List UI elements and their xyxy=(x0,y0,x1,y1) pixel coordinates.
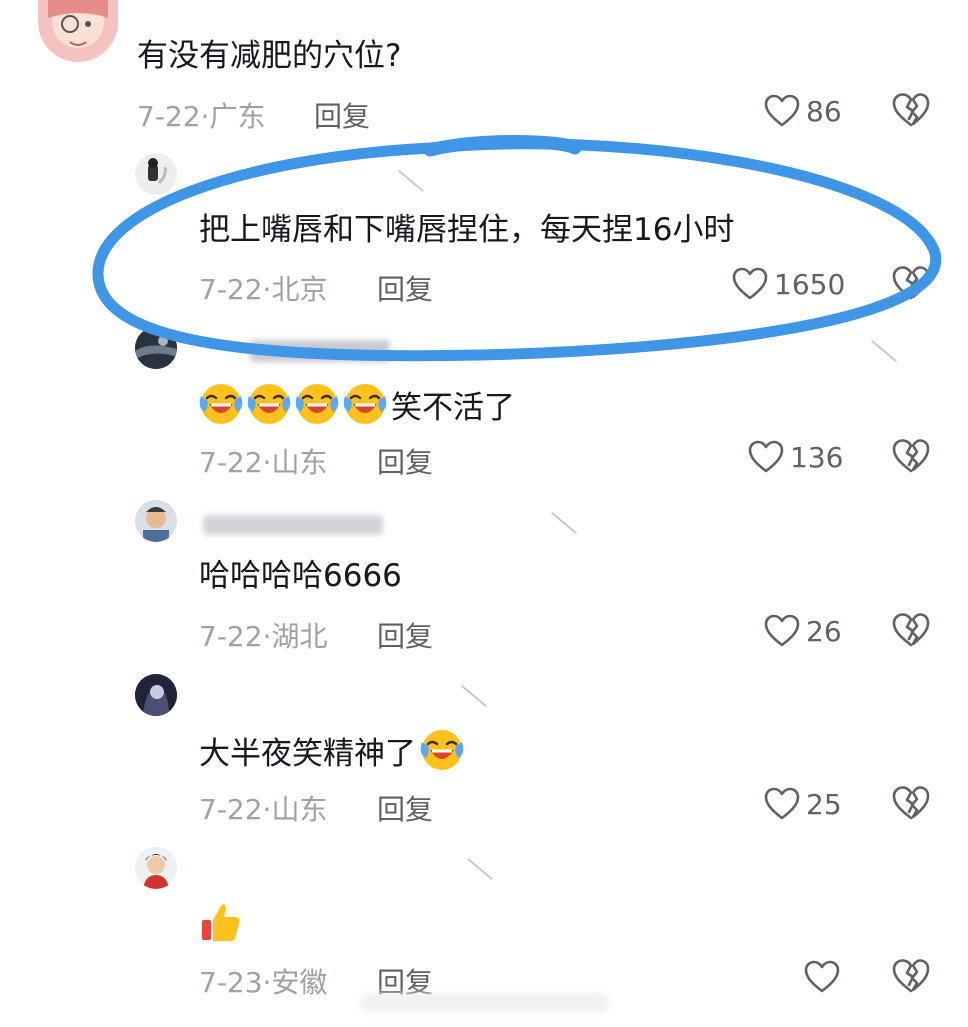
like-button[interactable]: 86 xyxy=(764,94,842,128)
heart-outline-icon xyxy=(764,787,800,821)
blurred-watermark xyxy=(360,994,610,1012)
broken-heart-icon xyxy=(892,265,930,301)
heart-outline-icon xyxy=(804,960,840,994)
dislike-button[interactable] xyxy=(892,785,930,821)
broken-heart-icon xyxy=(892,92,930,128)
comment-text: 笑不活了 xyxy=(199,382,515,428)
tears-of-joy-emoji xyxy=(420,728,464,772)
dislike-button[interactable] xyxy=(892,612,930,648)
divider-mark xyxy=(398,169,424,193)
avatar[interactable] xyxy=(135,327,177,369)
dislike-button[interactable] xyxy=(892,438,930,474)
dislike-button[interactable] xyxy=(892,265,930,301)
comment-text: 把上嘴唇和下嘴唇捏住，每天捏16小时 xyxy=(199,212,735,248)
broken-heart-icon xyxy=(892,612,930,648)
like-button[interactable]: 26 xyxy=(764,614,842,648)
avatar[interactable] xyxy=(135,674,177,716)
reply-button[interactable]: 回复 xyxy=(314,95,370,135)
divider-mark xyxy=(551,511,577,535)
comment-text: 大半夜笑精神了 xyxy=(199,728,468,774)
comment-text-content: 大半夜笑精神了 xyxy=(199,736,416,772)
tears-of-joy-emoji xyxy=(247,382,291,426)
like-button[interactable]: 136 xyxy=(748,440,843,474)
heart-outline-icon xyxy=(764,614,800,648)
heart-outline-icon xyxy=(732,267,768,301)
reply-button[interactable]: 回复 xyxy=(377,268,433,308)
divider-mark xyxy=(871,339,897,363)
reply-button[interactable]: 回复 xyxy=(377,788,433,828)
like-count: 86 xyxy=(806,94,842,128)
avatar[interactable] xyxy=(135,500,177,542)
reply-button[interactable]: 回复 xyxy=(377,615,433,655)
tears-of-joy-emoji xyxy=(343,382,387,426)
username-blurred xyxy=(203,515,383,535)
comment-date-location: 7-22·广东 xyxy=(137,100,266,133)
like-count: 26 xyxy=(806,614,842,648)
comment-text: 哈哈哈哈6666 xyxy=(199,558,402,594)
broken-heart-icon xyxy=(892,958,930,994)
comment-date-location: 7-22·湖北 xyxy=(199,620,328,653)
dislike-button[interactable] xyxy=(892,958,930,994)
comment-text-content: 笑不活了 xyxy=(391,390,515,426)
comment-text: 有没有减肥的穴位? xyxy=(137,38,402,74)
heart-outline-icon xyxy=(748,440,784,474)
avatar[interactable] xyxy=(38,0,118,62)
like-button[interactable]: 1650 xyxy=(732,267,845,301)
like-count: 136 xyxy=(790,440,844,474)
like-button[interactable] xyxy=(804,960,840,994)
comment-date-location: 7-23·安徽 xyxy=(199,966,328,999)
comment-date-location: 7-22·山东 xyxy=(199,446,328,479)
heart-outline-icon xyxy=(764,94,800,128)
broken-heart-icon xyxy=(892,438,930,474)
reply-button[interactable]: 回复 xyxy=(377,441,433,481)
like-count: 1650 xyxy=(774,267,846,301)
divider-mark xyxy=(461,684,487,708)
like-count: 25 xyxy=(806,787,842,821)
comment-text xyxy=(199,900,247,946)
comment-date-location: 7-22·山东 xyxy=(199,793,328,826)
avatar[interactable] xyxy=(135,153,177,195)
username-blurred xyxy=(250,340,390,362)
broken-heart-icon xyxy=(892,785,930,821)
tears-of-joy-emoji xyxy=(199,382,243,426)
divider-mark xyxy=(467,857,493,881)
avatar[interactable] xyxy=(135,847,177,889)
like-button[interactable]: 25 xyxy=(764,787,842,821)
dislike-button[interactable] xyxy=(892,92,930,128)
thumbs-up-emoji xyxy=(199,900,243,944)
tears-of-joy-emoji xyxy=(295,382,339,426)
comment-date-location: 7-22·北京 xyxy=(199,273,328,306)
